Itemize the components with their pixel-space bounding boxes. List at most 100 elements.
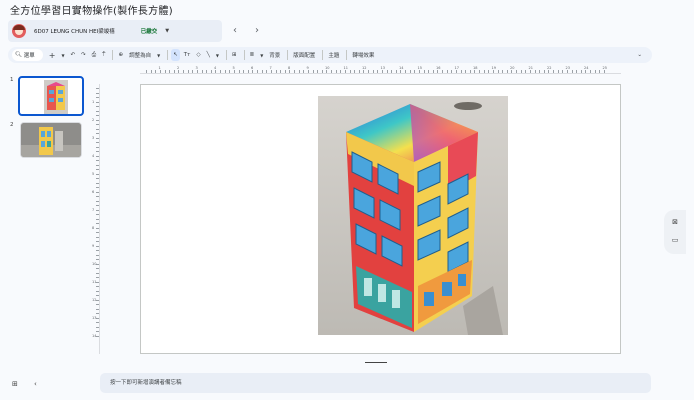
status-badge: 已繳交 xyxy=(140,29,158,35)
text-box-icon[interactable]: Tт xyxy=(182,49,193,61)
collapse-toolbar-icon[interactable]: ⌄ xyxy=(635,49,644,61)
ruler-tick xyxy=(525,70,527,73)
ruler-tick xyxy=(96,241,99,242)
ruler-tick xyxy=(557,70,559,73)
align-icon[interactable]: ≣ xyxy=(248,49,257,61)
slide-thumbnail-1[interactable] xyxy=(18,76,84,116)
ruler-tick xyxy=(391,70,393,73)
ruler-tick xyxy=(474,70,476,73)
ruler-tick xyxy=(580,70,582,73)
ruler-tick xyxy=(243,70,245,73)
line-icon[interactable]: ╲ xyxy=(205,49,212,61)
ruler-tick xyxy=(418,70,420,73)
speaker-notes[interactable]: 按一下即可新增演講者備忘稿 xyxy=(100,373,651,393)
page-title: 全方位學習日實物操作(製作長方體) xyxy=(10,6,173,17)
ruler-tick xyxy=(96,227,99,229)
ruler-tick xyxy=(146,70,147,73)
vertical-ruler[interactable]: 1 2 3 4 5 6 7 8 9 10 11 12 13 14 xyxy=(92,84,100,354)
ruler-tick xyxy=(96,119,99,121)
keep-icon[interactable]: ⊠ xyxy=(667,214,683,230)
student-selector[interactable]: 6D07 LEUNG CHUN HEI梁竣禧 已繳交 ▼ xyxy=(8,20,222,42)
ruler-tick xyxy=(96,277,99,278)
ruler-label: 17 xyxy=(454,66,459,70)
ruler-tick xyxy=(173,70,175,73)
paint-format-icon[interactable]: ⍑ xyxy=(100,49,107,61)
zoom-icon[interactable]: ⊕ xyxy=(116,49,125,61)
ruler-tick xyxy=(96,88,99,89)
next-student-button[interactable]: › xyxy=(250,24,264,38)
ruler-tick xyxy=(423,70,425,73)
theme-button[interactable]: 主題 xyxy=(326,49,341,61)
ruler-tick xyxy=(566,70,568,73)
chevron-down-icon[interactable]: ▼ xyxy=(155,49,162,61)
ruler-label: 3 xyxy=(195,66,198,70)
paper-building-model-image xyxy=(318,96,508,335)
select-tool-icon[interactable]: ↖ xyxy=(171,49,180,61)
ruler-tick xyxy=(469,70,471,73)
ruler-tick xyxy=(599,70,601,73)
building-photo[interactable] xyxy=(318,96,508,335)
ruler-tick xyxy=(252,70,254,73)
ruler-tick xyxy=(344,70,346,73)
redo-icon[interactable]: ↷ xyxy=(79,49,88,61)
zoom-select[interactable]: 調整為自 xyxy=(127,49,153,61)
ruler-label: 13 xyxy=(380,66,385,70)
ruler-tick xyxy=(96,97,99,98)
chevron-down-icon[interactable]: ▼ xyxy=(59,49,66,61)
shape-icon[interactable]: ◇ xyxy=(194,49,202,61)
menu-search-button[interactable]: 🔍︎ 選單 xyxy=(12,49,43,61)
ruler-tick xyxy=(96,133,99,134)
comment-icon[interactable]: ⊞ xyxy=(230,49,239,61)
ruler-label: 1 xyxy=(92,100,95,104)
ruler-tick xyxy=(96,205,99,206)
ruler-tick xyxy=(488,70,490,73)
ruler-tick xyxy=(96,259,99,260)
chevron-down-icon[interactable]: ▼ xyxy=(214,49,221,61)
ruler-tick xyxy=(312,70,314,73)
ruler-tick xyxy=(358,70,360,73)
ruler-tick xyxy=(317,70,319,73)
ruler-tick xyxy=(96,250,99,251)
ruler-tick xyxy=(96,164,99,166)
ruler-tick xyxy=(543,70,545,73)
transition-button[interactable]: 轉場效果 xyxy=(350,49,376,61)
ruler-tick xyxy=(270,70,272,73)
notes-resize-handle[interactable] xyxy=(365,362,387,363)
grid-view-icon[interactable]: ⊞ xyxy=(12,380,18,388)
ruler-tick xyxy=(340,70,342,73)
toolbar-divider xyxy=(167,50,169,60)
ruler-tick xyxy=(96,173,99,175)
chevron-down-icon[interactable]: ▼ xyxy=(258,49,265,61)
horizontal-ruler[interactable]: 1 2 3 4 5 6 7 8 9 10 11 12 13 14 15 16 17 18 19 20 21 22 23 24 2… xyxy=(140,66,621,74)
chevron-down-icon[interactable]: ▼ xyxy=(165,28,169,34)
background-button[interactable]: 背景 xyxy=(267,49,282,61)
ruler-tick xyxy=(432,70,434,73)
toolbar-divider xyxy=(346,50,348,60)
ruler-label: 4 xyxy=(214,66,217,70)
undo-icon[interactable]: ↶ xyxy=(69,49,78,61)
ruler-tick xyxy=(215,70,217,73)
new-slide-button[interactable]: + xyxy=(47,49,58,61)
ruler-label: 12 xyxy=(92,298,97,302)
layout-button[interactable]: 版面配置 xyxy=(291,49,317,61)
ruler-tick xyxy=(511,70,513,73)
prev-student-button[interactable]: ‹ xyxy=(228,24,242,38)
print-icon[interactable]: ⎙ xyxy=(90,49,98,61)
ruler-tick xyxy=(210,70,212,73)
ruler-tick xyxy=(96,209,99,211)
ruler-tick xyxy=(414,70,416,73)
folder-icon[interactable]: ▭ xyxy=(667,232,683,248)
ruler-tick xyxy=(96,200,99,202)
toolbar: 🔍︎ 選單 + ▼ ↶ ↷ ⎙ ⍑ ⊕ 調整為自 ▼ ↖ Tт ◇ ╲ ▼ ⊞ … xyxy=(8,47,652,63)
ruler-label: 2 xyxy=(177,66,180,70)
slide-thumbnail-2[interactable] xyxy=(20,122,82,158)
ruler-tick xyxy=(372,70,374,73)
collapse-panel-icon[interactable]: ‹ xyxy=(34,380,37,388)
ruler-tick xyxy=(183,70,184,73)
ruler-tick xyxy=(96,290,99,292)
ruler-tick xyxy=(169,70,171,73)
ruler-tick xyxy=(96,223,99,224)
ruler-tick xyxy=(349,70,351,73)
ruler-tick xyxy=(96,106,99,107)
ruler-tick xyxy=(96,151,99,152)
